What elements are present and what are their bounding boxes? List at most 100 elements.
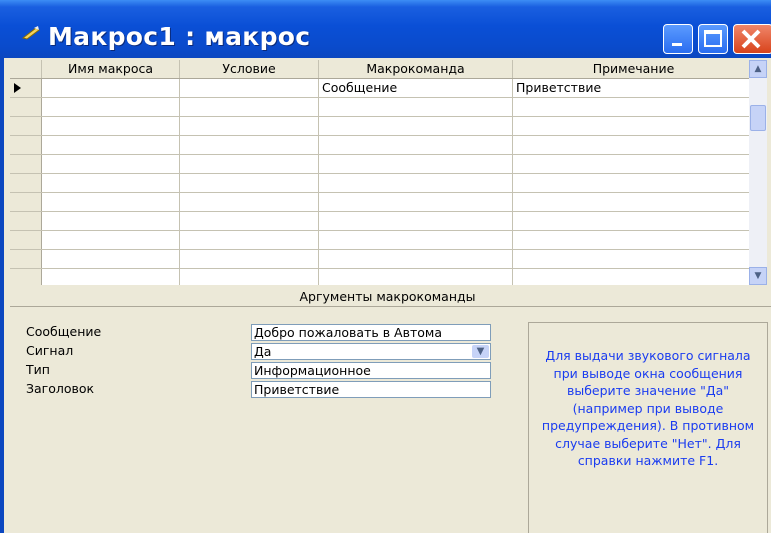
condition-cell[interactable]: [180, 155, 319, 173]
row-selector[interactable]: [10, 117, 42, 135]
action-cell[interactable]: [319, 136, 513, 154]
label-type: Тип: [26, 362, 50, 377]
row-selector[interactable]: [10, 136, 42, 154]
grid-header: Имя макроса Условие Макрокоманда Примеча…: [10, 60, 755, 79]
row-selector[interactable]: [10, 193, 42, 211]
row-selector[interactable]: [10, 174, 42, 192]
row-selector[interactable]: [10, 155, 42, 173]
close-icon: [741, 29, 761, 49]
chevron-down-icon: ▼: [476, 346, 485, 357]
comment-cell[interactable]: Приветствие: [513, 79, 755, 97]
dropdown-button[interactable]: ▼: [472, 345, 489, 358]
condition-cell[interactable]: [180, 193, 319, 211]
comment-cell[interactable]: [513, 174, 755, 192]
scroll-down-button[interactable]: ▼: [749, 267, 767, 285]
macro-name-cell[interactable]: [42, 269, 180, 285]
column-header-condition[interactable]: Условие: [180, 60, 319, 78]
row-selector[interactable]: [10, 269, 42, 285]
table-row[interactable]: [10, 250, 755, 269]
condition-cell[interactable]: [180, 98, 319, 116]
comment-cell[interactable]: [513, 250, 755, 268]
condition-cell[interactable]: [180, 136, 319, 154]
macro-name-cell[interactable]: [42, 79, 180, 97]
macro-icon: [22, 26, 40, 40]
condition-cell[interactable]: [180, 174, 319, 192]
close-button[interactable]: [733, 24, 771, 54]
type-field[interactable]: Информационное: [251, 362, 491, 379]
scroll-thumb[interactable]: [750, 105, 766, 131]
column-header-macro-name[interactable]: Имя макроса: [42, 60, 180, 78]
macro-name-cell[interactable]: [42, 174, 180, 192]
table-row[interactable]: [10, 155, 755, 174]
macro-name-cell[interactable]: [42, 136, 180, 154]
label-caption: Заголовок: [26, 381, 95, 396]
row-selector[interactable]: [10, 250, 42, 268]
comment-cell[interactable]: [513, 269, 755, 285]
row-selector-header[interactable]: [10, 60, 42, 78]
condition-cell[interactable]: [180, 117, 319, 135]
macro-name-cell[interactable]: [42, 193, 180, 211]
window-title: Макрос1 : макрос: [48, 22, 311, 51]
condition-cell[interactable]: [180, 231, 319, 249]
comment-cell[interactable]: [513, 231, 755, 249]
macro-name-cell[interactable]: [42, 117, 180, 135]
action-cell[interactable]: Сообщение: [319, 79, 513, 97]
action-cell[interactable]: [319, 117, 513, 135]
maximize-button[interactable]: [698, 24, 728, 54]
condition-cell[interactable]: [180, 269, 319, 285]
row-selector[interactable]: [10, 231, 42, 249]
comment-cell[interactable]: [513, 117, 755, 135]
column-header-comment[interactable]: Примечание: [513, 60, 755, 78]
action-cell[interactable]: [319, 155, 513, 173]
grid-rows: Сообщение Приветствие: [10, 79, 755, 285]
label-message: Сообщение: [26, 324, 102, 339]
window-body: Имя макроса Условие Макрокоманда Примеча…: [0, 58, 771, 533]
condition-cell[interactable]: [180, 212, 319, 230]
comment-cell[interactable]: [513, 98, 755, 116]
minimize-icon: [672, 43, 682, 46]
label-beep: Сигнал: [26, 343, 74, 358]
action-cell[interactable]: [319, 250, 513, 268]
macro-grid[interactable]: Имя макроса Условие Макрокоманда Примеча…: [10, 60, 755, 285]
condition-cell[interactable]: [180, 79, 319, 97]
table-row[interactable]: Сообщение Приветствие: [10, 79, 755, 98]
vertical-scrollbar[interactable]: ▲ ▼: [749, 60, 767, 285]
maximize-icon: [704, 30, 722, 47]
table-row[interactable]: [10, 231, 755, 250]
message-field[interactable]: Добро пожаловать в Автома: [251, 324, 491, 341]
condition-cell[interactable]: [180, 250, 319, 268]
macro-name-cell[interactable]: [42, 98, 180, 116]
macro-name-cell[interactable]: [42, 155, 180, 173]
action-cell[interactable]: [319, 174, 513, 192]
comment-cell[interactable]: [513, 212, 755, 230]
comment-cell[interactable]: [513, 136, 755, 154]
table-row[interactable]: [10, 212, 755, 231]
action-cell[interactable]: [319, 98, 513, 116]
table-row[interactable]: [10, 98, 755, 117]
table-row[interactable]: [10, 269, 755, 285]
help-panel: Для выдачи звукового сигнала при выводе …: [528, 322, 768, 533]
macro-name-cell[interactable]: [42, 250, 180, 268]
table-row[interactable]: [10, 193, 755, 212]
column-header-action[interactable]: Макрокоманда: [319, 60, 513, 78]
action-cell[interactable]: [319, 269, 513, 285]
comment-cell[interactable]: [513, 155, 755, 173]
macro-name-cell[interactable]: [42, 212, 180, 230]
minimize-button[interactable]: [663, 24, 693, 54]
scroll-up-button[interactable]: ▲: [749, 60, 767, 78]
caption-field[interactable]: Приветствие: [251, 381, 491, 398]
action-cell[interactable]: [319, 231, 513, 249]
title-bar[interactable]: Макрос1 : макрос: [0, 0, 771, 58]
table-row[interactable]: [10, 174, 755, 193]
action-cell[interactable]: [319, 212, 513, 230]
comment-cell[interactable]: [513, 193, 755, 211]
table-row[interactable]: [10, 136, 755, 155]
row-selector[interactable]: [10, 98, 42, 116]
beep-select[interactable]: Да ▼: [251, 343, 491, 360]
table-row[interactable]: [10, 117, 755, 136]
macro-name-cell[interactable]: [42, 231, 180, 249]
action-cell[interactable]: [319, 193, 513, 211]
row-selector[interactable]: [10, 79, 42, 97]
row-selector[interactable]: [10, 212, 42, 230]
current-row-arrow-icon: [14, 83, 21, 93]
